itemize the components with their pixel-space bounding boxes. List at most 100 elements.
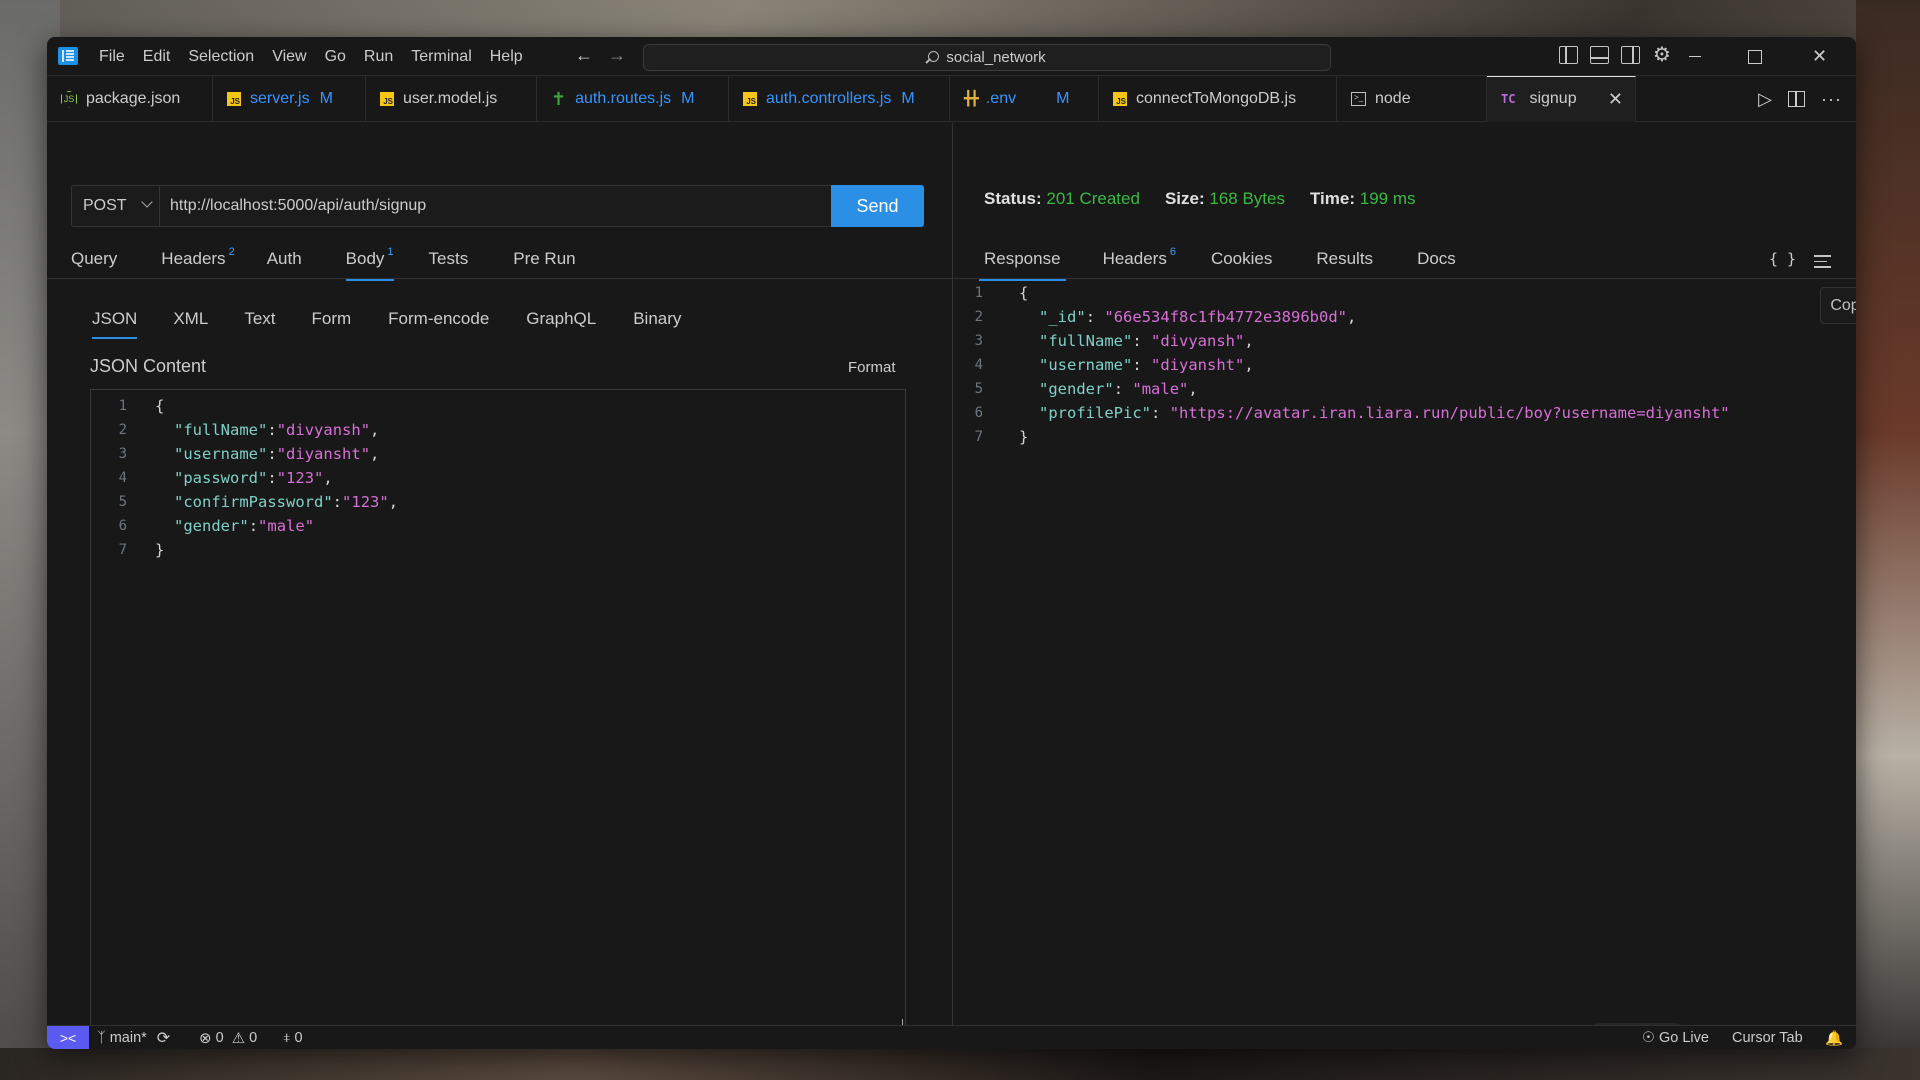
- tab-server-js[interactable]: JS server.js M: [213, 76, 366, 122]
- tab-auth-routes-js[interactable]: ✝ auth.routes.js M: [537, 76, 729, 122]
- ports-status[interactable]: ⧧ 0: [283, 1026, 303, 1049]
- response-tabs: Response Headers 6 Cookies Results Docs: [979, 239, 1456, 281]
- body-tab-form[interactable]: Form: [312, 299, 352, 339]
- close-window-button[interactable]: ✕: [1792, 37, 1847, 76]
- menu-file[interactable]: File: [99, 48, 125, 66]
- tab-user-model-js[interactable]: JS user.model.js: [366, 76, 537, 122]
- tab-package-json[interactable]: JS package.json: [47, 76, 213, 122]
- response-tabs-divider: [953, 278, 1856, 279]
- search-icon: [928, 51, 940, 62]
- chevron-down-icon: [141, 196, 153, 208]
- menu-view[interactable]: View: [272, 48, 306, 66]
- res-tab-docs[interactable]: Docs: [1417, 239, 1456, 279]
- js-file-icon: JS: [743, 92, 757, 106]
- editor-tab-bar: JS package.json JS server.js M JS user.m…: [47, 76, 1856, 122]
- body-tab-text[interactable]: Text: [244, 299, 275, 339]
- toggle-secondary-sidebar-icon[interactable]: [1621, 46, 1640, 64]
- headers-count-badge: 6: [1169, 246, 1176, 258]
- tab-pre-run[interactable]: Pre Run: [513, 239, 575, 279]
- toggle-primary-sidebar-icon[interactable]: [1559, 46, 1578, 64]
- terminal-icon: >_: [1351, 92, 1366, 106]
- res-tab-response[interactable]: Response: [979, 239, 1066, 281]
- menu-edit[interactable]: Edit: [143, 48, 171, 66]
- request-panel: POST Send Query Headers2 Auth Body1 Test…: [47, 123, 952, 1049]
- body-type-tabs: JSON XML Text Form Form-encode GraphQL B…: [92, 299, 681, 339]
- menu-go[interactable]: Go: [325, 48, 346, 66]
- url-input[interactable]: [160, 185, 832, 227]
- tab-query[interactable]: Query: [71, 239, 117, 279]
- tab-headers[interactable]: Headers 2: [161, 239, 234, 279]
- back-arrow-icon[interactable]: ←: [575, 45, 593, 66]
- body-tab-form-encode[interactable]: Form-encode: [388, 299, 489, 339]
- code-line: 7 }: [118, 541, 165, 559]
- send-button[interactable]: Send: [831, 185, 924, 227]
- env-settings-icon: ╋╋: [964, 91, 979, 107]
- request-tabs: Query Headers 2 Auth Body 1 Tests Pre Run: [71, 239, 576, 281]
- body-tab-binary[interactable]: Binary: [633, 299, 681, 339]
- problems-status[interactable]: ⊗ 0 ⚠ 0: [199, 1026, 257, 1049]
- format-button[interactable]: Format: [848, 359, 896, 376]
- menu-help[interactable]: Help: [490, 48, 523, 66]
- menu-run[interactable]: Run: [364, 48, 393, 66]
- tab-auth[interactable]: Auth: [267, 239, 302, 279]
- js-file-icon: JS: [380, 92, 394, 106]
- menu-bar: File Edit Selection View Go Run Terminal…: [99, 37, 541, 76]
- body-tab-graphql[interactable]: GraphQL: [526, 299, 596, 339]
- http-method-select[interactable]: POST: [71, 185, 160, 227]
- more-actions-icon[interactable]: ···: [1821, 89, 1842, 110]
- menu-selection[interactable]: Selection: [188, 48, 254, 66]
- cursor-tab-status[interactable]: Cursor Tab: [1732, 1026, 1803, 1049]
- tab-node-terminal[interactable]: >_ node: [1337, 76, 1487, 122]
- layout-controls: ⚙: [1559, 45, 1672, 66]
- close-tab-icon[interactable]: ✕: [1608, 89, 1623, 110]
- title-bar: File Edit Selection View Go Run Terminal…: [47, 37, 1856, 76]
- tab-tests[interactable]: Tests: [429, 239, 469, 279]
- minimize-button[interactable]: [1667, 37, 1722, 76]
- sync-icon[interactable]: ⟳: [157, 1028, 170, 1048]
- run-icon[interactable]: ▷: [1758, 89, 1772, 110]
- code-line: 5 "confirmPassword":"123",: [118, 493, 399, 511]
- notifications-bell-icon[interactable]: 🔔: [1825, 1026, 1843, 1049]
- code-line: 1 {: [974, 284, 1029, 302]
- modified-badge: M: [1056, 90, 1070, 107]
- tab-body[interactable]: Body 1: [345, 239, 394, 281]
- word-wrap-icon[interactable]: [1814, 255, 1831, 272]
- js-file-icon: JS: [1113, 92, 1127, 106]
- desktop-background-bottom: [0, 1048, 1920, 1080]
- command-center-search[interactable]: social_network: [643, 44, 1331, 71]
- code-line: 3 "fullName": "divyansh",: [974, 332, 1254, 350]
- headers-count-badge: 2: [228, 246, 235, 258]
- res-tab-headers[interactable]: Headers 6: [1103, 239, 1176, 279]
- broadcast-icon: ⧧: [283, 1030, 291, 1046]
- js-file-icon: JS: [227, 92, 241, 106]
- tab-signup-request[interactable]: TC signup ✕: [1487, 76, 1636, 122]
- json-format-icon[interactable]: { }: [1769, 250, 1796, 268]
- code-line: 4 "password":"123",: [118, 469, 333, 487]
- remote-indicator-button[interactable]: ><: [47, 1026, 89, 1049]
- go-live-button[interactable]: ☉ Go Live: [1642, 1026, 1709, 1049]
- tab-auth-controllers-js[interactable]: JS auth.controllers.js M: [729, 76, 950, 122]
- tab-connect-to-mongodb-js[interactable]: JS connectToMongoDB.js: [1099, 76, 1337, 122]
- toggle-panel-icon[interactable]: [1590, 46, 1609, 64]
- response-body: 1 { 2 "_id": "66e534f8c1fb4772e3896b0d",…: [953, 281, 1833, 449]
- copy-response-button[interactable]: Copy: [1820, 287, 1856, 324]
- tab-env[interactable]: ╋╋ .env M: [950, 76, 1099, 122]
- body-tab-xml[interactable]: XML: [173, 299, 208, 339]
- res-tab-cookies[interactable]: Cookies: [1211, 239, 1272, 279]
- git-branch-status[interactable]: ᛉ main* ⟳: [97, 1026, 170, 1049]
- menu-terminal[interactable]: Terminal: [411, 48, 471, 66]
- forward-arrow-icon[interactable]: →: [608, 45, 626, 66]
- json-body-editor[interactable]: 1 { 2 "fullName":"divyansh", 3 "username…: [90, 389, 906, 1030]
- res-tab-results[interactable]: Results: [1316, 239, 1373, 279]
- response-panel: Status: 201 Created Size: 168 Bytes Time…: [953, 123, 1856, 1049]
- code-line: 2 "_id": "66e534f8c1fb4772e3896b0d",: [974, 308, 1357, 326]
- maximize-button[interactable]: [1727, 37, 1782, 76]
- code-line: 4 "username": "diyansht",: [974, 356, 1254, 374]
- json-content-label: JSON Content: [90, 356, 207, 376]
- response-summary: Status: 201 Created Size: 168 Bytes Time…: [984, 189, 1416, 208]
- split-editor-icon[interactable]: [1788, 91, 1806, 107]
- thunder-client-icon: TC: [1501, 92, 1516, 106]
- body-tab-json[interactable]: JSON: [92, 299, 138, 339]
- workspace-name: social_network: [946, 49, 1046, 66]
- warning-icon: ⚠: [231, 1030, 246, 1047]
